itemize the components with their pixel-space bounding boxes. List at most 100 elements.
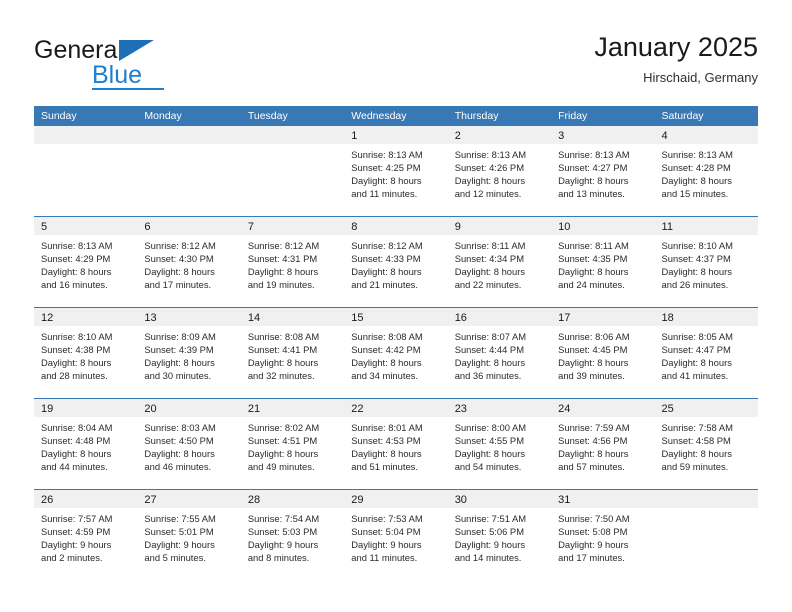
sunrise-text: Sunrise: 8:10 AM (41, 331, 113, 342)
daylight-text-cont: and 5 minutes. (144, 552, 206, 564)
day-cell[interactable]: 20 Sunrise: 8:03 AM Sunset: 4:50 PM Dayligh… (137, 399, 241, 489)
daylight-text: Daylight: 8 hours (144, 266, 215, 278)
day-cell[interactable]: 29 Sunrise: 7:53 AM Sunset: 5:04 PM Dayligh… (344, 490, 448, 580)
day-number-band (654, 490, 758, 508)
page-subtitle: Hirschaid, Germany (643, 70, 758, 85)
day-cell[interactable]: 13 Sunrise: 8:09 AM Sunset: 4:39 PM Dayligh… (137, 308, 241, 398)
day-cell[interactable]: 17 Sunrise: 8:06 AM Sunset: 4:45 PM Dayligh… (551, 308, 655, 398)
day-number-band: 13 (137, 308, 241, 326)
day-details: Sunrise: 7:53 AM Sunset: 5:04 PM Daylight:… (344, 508, 447, 564)
weekday-header-friday: Friday (558, 110, 588, 122)
sunrise-text: Sunrise: 7:59 AM (558, 422, 630, 433)
sunset-text: Sunset: 4:39 PM (144, 344, 214, 356)
day-details: Sunrise: 8:01 AM Sunset: 4:53 PM Daylight:… (344, 417, 447, 473)
day-cell[interactable]: 3 Sunrise: 8:13 AM Sunset: 4:27 PM Daylight… (551, 126, 655, 216)
day-details: Sunrise: 8:13 AM Sunset: 4:27 PM Daylight:… (551, 144, 654, 200)
day-number-band (137, 126, 241, 144)
day-cell[interactable]: 11 Sunrise: 8:10 AM Sunset: 4:37 PM Dayligh… (654, 217, 758, 307)
general-blue-logo[interactable]: General Blue (34, 36, 264, 96)
day-cell[interactable]: 19 Sunrise: 8:04 AM Sunset: 4:48 PM Dayligh… (34, 399, 138, 489)
day-number: 1 (351, 130, 358, 142)
day-number: 24 (558, 403, 571, 415)
day-number: 16 (454, 312, 467, 324)
calendar-week-row: 1 Sunrise: 8:13 AM Sunset: 4:25 PM Daylight… (34, 126, 758, 216)
day-cell[interactable]: 25 Sunrise: 7:58 AM Sunset: 4:58 PM Dayligh… (654, 399, 758, 489)
weekday-header-tuesday: Tuesday (247, 110, 288, 122)
day-number: 27 (144, 494, 157, 506)
day-cell[interactable]: 18 Sunrise: 8:05 AM Sunset: 4:47 PM Dayligh… (654, 308, 758, 398)
day-number-band: 29 (344, 490, 448, 508)
day-number: 25 (661, 403, 674, 415)
day-number-band: 27 (137, 490, 241, 508)
day-cell[interactable]: 5 Sunrise: 8:13 AM Sunset: 4:29 PM Daylight… (34, 217, 138, 307)
sunset-text: Sunset: 5:03 PM (247, 526, 318, 538)
day-cell[interactable]: 9 Sunrise: 8:11 AM Sunset: 4:34 PM Daylight… (447, 217, 552, 307)
daylight-text-cont: and 59 minutes. (661, 461, 729, 473)
calendar-grid: Sunday Monday Tuesday Wednesday Thursday Frid… (34, 106, 758, 580)
day-cell[interactable]: 1 Sunrise: 8:13 AM Sunset: 4:25 PM Daylight… (344, 126, 448, 216)
day-number-band (240, 126, 345, 144)
day-number: 17 (558, 312, 571, 324)
day-cell[interactable]: 12 Sunrise: 8:10 AM Sunset: 4:38 PM Dayligh… (34, 308, 138, 398)
daylight-text-cont: and 46 minutes. (144, 461, 212, 473)
daylight-text-cont: and 17 minutes. (558, 552, 625, 564)
sunset-text: Sunset: 4:33 PM (351, 253, 421, 265)
daylight-text-cont: and 13 minutes. (558, 188, 625, 200)
day-cell[interactable]: 24 Sunrise: 7:59 AM Sunset: 4:56 PM Dayligh… (551, 399, 655, 489)
day-number: 23 (454, 403, 467, 415)
sunrise-text: Sunrise: 8:05 AM (661, 331, 733, 342)
daylight-text-cont: and 15 minutes. (661, 188, 729, 200)
day-cell[interactable]: 16 Sunrise: 8:07 AM Sunset: 4:44 PM Dayligh… (447, 308, 552, 398)
day-details: Sunrise: 7:54 AM Sunset: 5:03 PM Daylight:… (241, 508, 344, 564)
day-number-band: 19 (34, 399, 138, 417)
sunset-text: Sunset: 4:26 PM (454, 162, 524, 174)
daylight-text-cont: and 22 minutes. (454, 279, 522, 291)
day-number-band: 10 (551, 217, 655, 235)
sunrise-text: Sunrise: 8:11 AM (558, 240, 629, 251)
day-number-band: 24 (551, 399, 655, 417)
day-cell[interactable]: 4 Sunrise: 8:13 AM Sunset: 4:28 PM Daylight… (654, 126, 758, 216)
day-cell[interactable]: 2 Sunrise: 8:13 AM Sunset: 4:26 PM Daylight… (447, 126, 552, 216)
day-number-band: 25 (654, 399, 758, 417)
daylight-text-cont: and 30 minutes. (144, 370, 212, 382)
daylight-text-cont: and 39 minutes. (558, 370, 625, 382)
day-cell[interactable]: 23 Sunrise: 8:00 AM Sunset: 4:55 PM Dayligh… (447, 399, 552, 489)
day-cell[interactable]: 31 Sunrise: 7:50 AM Sunset: 5:08 PM Dayligh… (551, 490, 655, 580)
day-details: Sunrise: 8:00 AM Sunset: 4:55 PM Daylight:… (448, 417, 551, 473)
day-cell[interactable]: 6 Sunrise: 8:12 AM Sunset: 4:30 PM Daylight… (137, 217, 241, 307)
day-cell[interactable]: 27 Sunrise: 7:55 AM Sunset: 5:01 PM Dayligh… (137, 490, 241, 580)
day-details: Sunrise: 7:59 AM Sunset: 4:56 PM Daylight:… (551, 417, 654, 473)
page-header: General Blue January 2025 Hirschaid, Ger… (34, 30, 758, 100)
daylight-text: Daylight: 8 hours (41, 448, 112, 460)
day-cell[interactable]: 26 Sunrise: 7:57 AM Sunset: 4:59 PM Dayligh… (34, 490, 138, 580)
daylight-text: Daylight: 8 hours (351, 266, 422, 278)
day-number: 22 (351, 403, 364, 415)
daylight-text-cont: and 41 minutes. (661, 370, 729, 382)
weekday-header-monday: Monday (144, 110, 182, 122)
day-cell[interactable]: 28 Sunrise: 7:54 AM Sunset: 5:03 PM Dayligh… (240, 490, 345, 580)
day-cell[interactable]: 21 Sunrise: 8:02 AM Sunset: 4:51 PM Dayligh… (240, 399, 345, 489)
day-details: Sunrise: 7:55 AM Sunset: 5:01 PM Daylight:… (137, 508, 240, 564)
calendar-week-row: 12 Sunrise: 8:10 AM Sunset: 4:38 PM Dayligh… (34, 307, 758, 398)
day-cell[interactable]: 8 Sunrise: 8:12 AM Sunset: 4:33 PM Daylight… (344, 217, 448, 307)
daylight-text: Daylight: 8 hours (351, 175, 422, 187)
day-number-band: 6 (137, 217, 241, 235)
daylight-text: Daylight: 8 hours (247, 357, 319, 369)
day-cell[interactable]: 10 Sunrise: 8:11 AM Sunset: 4:35 PM Dayligh… (551, 217, 655, 307)
daylight-text-cont: and 8 minutes. (247, 552, 310, 564)
sunrise-text: Sunrise: 7:53 AM (351, 513, 423, 524)
sunrise-text: Sunrise: 7:54 AM (247, 513, 320, 524)
daylight-text: Daylight: 8 hours (144, 357, 215, 369)
day-cell[interactable]: 7 Sunrise: 8:12 AM Sunset: 4:31 PM Daylight… (240, 217, 345, 307)
page-title: January 2025 (594, 32, 758, 62)
day-cell-empty (240, 126, 345, 216)
day-number-band: 1 (344, 126, 448, 144)
daylight-text: Daylight: 9 hours (247, 539, 319, 551)
day-cell-empty (654, 490, 758, 580)
day-cell[interactable]: 22 Sunrise: 8:01 AM Sunset: 4:53 PM Dayligh… (344, 399, 448, 489)
daylight-text-cont: and 57 minutes. (558, 461, 625, 473)
sunrise-text: Sunrise: 8:00 AM (454, 422, 527, 433)
day-cell[interactable]: 30 Sunrise: 7:51 AM Sunset: 5:06 PM Dayligh… (447, 490, 552, 580)
day-cell[interactable]: 14 Sunrise: 8:08 AM Sunset: 4:41 PM Dayligh… (240, 308, 345, 398)
day-cell[interactable]: 15 Sunrise: 8:08 AM Sunset: 4:42 PM Dayligh… (344, 308, 448, 398)
